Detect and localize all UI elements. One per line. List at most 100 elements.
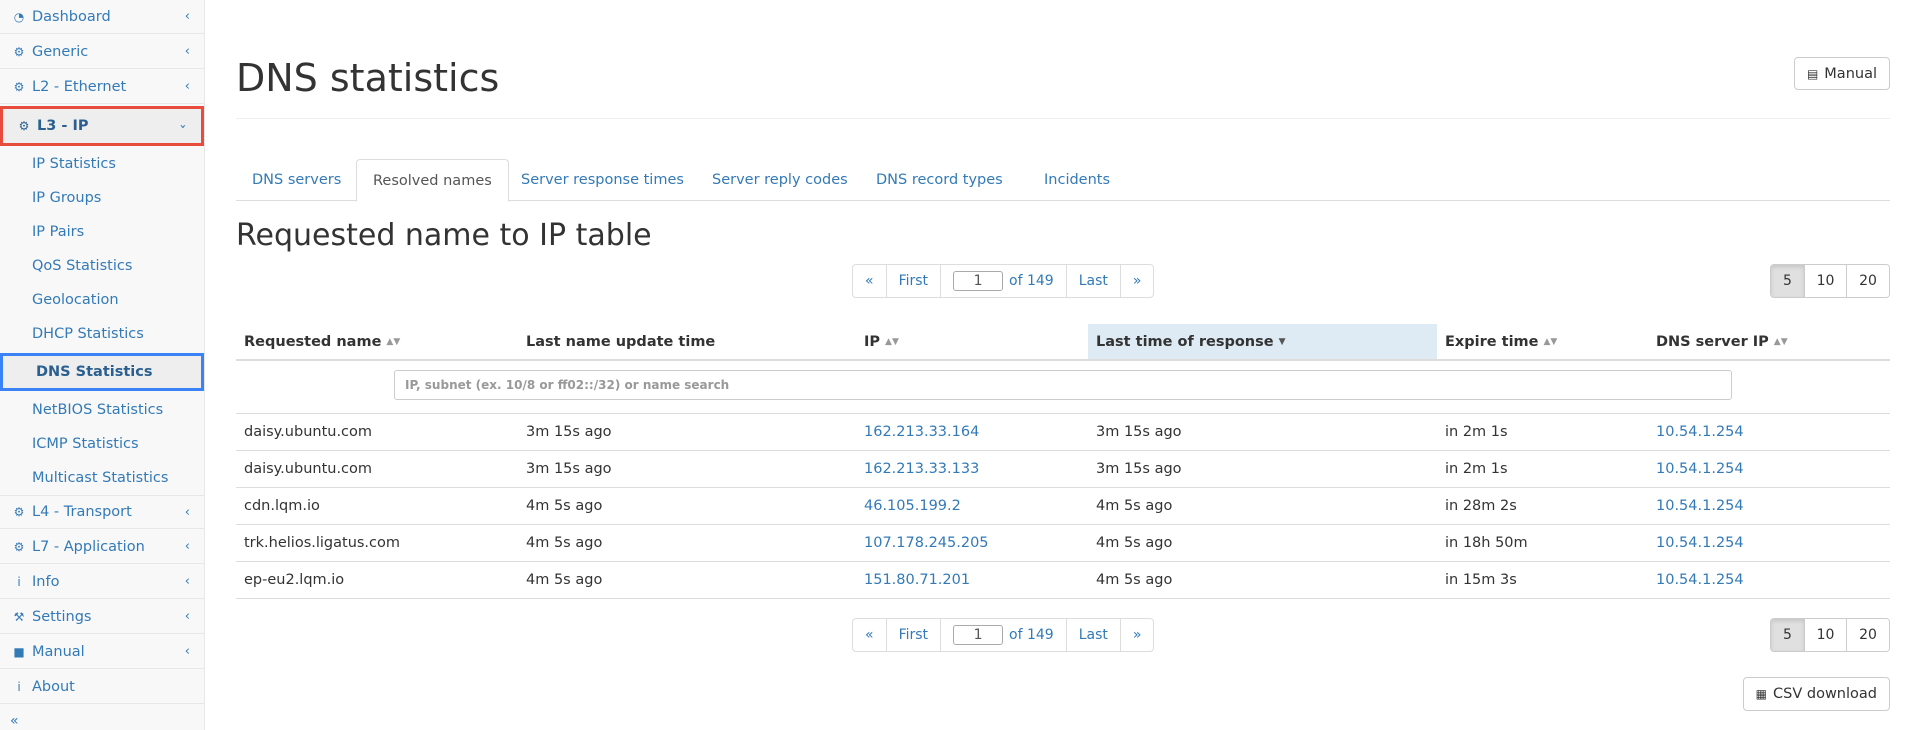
main-content: DNS statistics ▤ Manual DNS servers Reso… [236,0,1890,730]
sort-icon: ▲▼ [885,336,899,347]
wrench-icon: ⚒ [13,609,25,624]
column-header-last-name-update-time[interactable]: Last name update time [518,324,856,359]
cell-dns-server-ip[interactable]: 10.54.1.254 [1648,525,1744,561]
cell-dns-server-ip[interactable]: 10.54.1.254 [1648,414,1744,450]
cell-last-time-of-response: 4m 5s ago [1096,498,1173,514]
column-header-label: Expire time [1445,333,1539,350]
sidebar-subitem-geolocation[interactable]: Geolocation [0,283,204,317]
dashboard-icon: ◔ [13,9,25,24]
sidebar-item-l4-transport[interactable]: ⚙ L4 - Transport ‹ [0,495,204,529]
page-size-selector-top: 5 10 20 [1770,264,1890,298]
pagination-prev[interactable]: « [853,265,887,297]
sidebar-subitem-dhcp-statistics[interactable]: DHCP Statistics [0,317,204,351]
table-icon: ▦ [1755,687,1768,701]
book-icon: ■ [13,644,25,659]
page-size-20[interactable]: 20 [1847,619,1889,651]
sidebar-item-label: Info [32,573,60,590]
page-number-input[interactable] [953,271,1004,291]
column-header-label: Last time of response [1096,333,1274,350]
page-size-20[interactable]: 20 [1847,265,1889,297]
sidebar-item-l3-ip[interactable]: ⚙ L3 - IP ‹ [0,106,204,146]
cell-ip[interactable]: 46.105.199.2 [856,488,961,524]
cell-last-time-of-response: 4m 5s ago [1096,572,1173,588]
tab-server-response-times[interactable]: Server response times [505,159,700,201]
page-size-10[interactable]: 10 [1805,265,1847,297]
pagination-prev[interactable]: « [853,619,887,651]
pagination-first[interactable]: First [887,265,942,297]
pagination-top: « First of 149 Last » [852,264,1155,298]
sidebar-item-l2-ethernet[interactable]: ⚙ L2 - Ethernet ‹ [0,70,204,104]
sidebar-item-dashboard[interactable]: ◔ Dashboard ‹ [0,0,204,34]
page-size-5[interactable]: 5 [1771,265,1805,297]
column-header-dns-server-ip[interactable]: DNS server IP ▲▼ [1648,324,1890,359]
csv-download-button[interactable]: ▦ CSV download [1742,677,1890,711]
book-icon: ▤ [1806,66,1819,81]
sidebar-subitem-icmp-statistics[interactable]: ICMP Statistics [0,427,204,461]
tab-dns-record-types[interactable]: DNS record types [860,159,1019,201]
cell-last-name-update-time: 3m 15s ago [526,424,612,440]
sidebar-subitem-ip-pairs[interactable]: IP Pairs [0,215,204,249]
pagination-last[interactable]: Last [1067,265,1121,297]
sidebar-item-l7-application[interactable]: ⚙ L7 - Application ‹ [0,530,204,564]
cell-ip[interactable]: 151.80.71.201 [856,562,970,598]
sidebar-subitem-netbios-statistics[interactable]: NetBIOS Statistics [0,393,204,427]
cell-requested-name: daisy.ubuntu.com [244,461,373,477]
sidebar-item-manual[interactable]: ■ Manual ‹ [0,635,204,669]
tab-dns-servers[interactable]: DNS servers [236,159,357,201]
table-body: daisy.ubuntu.com 3m 15s ago 162.213.33.164… [236,414,1890,599]
cell-dns-server-ip[interactable]: 10.54.1.254 [1648,451,1744,487]
cell-ip[interactable]: 162.213.33.133 [856,451,979,487]
pagination-next[interactable]: » [1121,619,1154,651]
manual-button[interactable]: ▤ Manual [1793,57,1890,90]
sidebar-item-label: About [32,678,75,695]
cell-expire-time: in 2m 1s [1445,424,1508,440]
column-header-last-time-of-response[interactable]: Last time of response ▼ [1088,324,1437,359]
sidebar-subitem-multicast-statistics[interactable]: Multicast Statistics [0,461,204,495]
sidebar-item-generic[interactable]: ⚙ Generic ‹ [0,35,204,69]
cell-ip[interactable]: 107.178.245.205 [856,525,989,561]
gear-icon: ⚙ [18,119,30,133]
cell-dns-server-ip[interactable]: 10.54.1.254 [1648,562,1744,598]
sidebar: ◔ Dashboard ‹ ⚙ Generic ‹ ⚙ L2 - Etherne… [0,0,205,730]
sidebar-subitem-ip-statistics[interactable]: IP Statistics [0,147,204,181]
gear-icon: ⚙ [13,505,25,519]
sidebar-item-label: Dashboard [32,8,111,25]
table-row: daisy.ubuntu.com 3m 15s ago 162.213.33.164… [236,414,1890,451]
cell-last-name-update-time: 3m 15s ago [526,461,612,477]
sidebar-item-label: L7 - Application [32,538,145,555]
pagination-bottom: « First of 149 Last » [852,618,1155,652]
search-input[interactable] [394,370,1732,400]
sidebar-item-settings[interactable]: ⚒ Settings ‹ [0,600,204,634]
pagination-first[interactable]: First [887,619,942,651]
pagination-next[interactable]: » [1121,265,1154,297]
table-row: trk.helios.ligatus.com 4m 5s ago 107.178.2… [236,525,1890,562]
cell-last-name-update-time: 4m 5s ago [526,535,603,551]
chevron-left-icon: ‹ [184,539,190,554]
tab-incidents[interactable]: Incidents [1028,159,1126,201]
sidebar-item-info[interactable]: i Info ‹ [0,565,204,599]
column-header-expire-time[interactable]: Expire time ▲▼ [1437,324,1648,359]
page-size-5[interactable]: 5 [1771,619,1805,651]
sidebar-item-about[interactable]: i About [0,670,204,704]
cell-ip[interactable]: 162.213.33.164 [856,414,979,450]
cell-dns-server-ip[interactable]: 10.54.1.254 [1648,488,1744,524]
pagination-last[interactable]: Last [1067,619,1121,651]
page-number-input[interactable] [953,625,1004,645]
sidebar-subitem-ip-groups[interactable]: IP Groups [0,181,204,215]
cell-last-time-of-response: 4m 5s ago [1096,535,1173,551]
page-size-10[interactable]: 10 [1805,619,1847,651]
tab-resolved-names[interactable]: Resolved names [356,159,509,202]
sidebar-subitem-dns-statistics[interactable]: DNS Statistics [0,353,204,391]
column-header-ip[interactable]: IP ▲▼ [856,324,1088,359]
cell-last-name-update-time: 4m 5s ago [526,498,603,514]
column-header-requested-name[interactable]: Requested name ▲▼ [236,324,518,359]
collapse-sidebar-icon[interactable]: « [10,713,19,729]
sort-icon: ▲▼ [1543,336,1558,347]
chevron-left-icon: ‹ [184,574,190,589]
tab-server-reply-codes[interactable]: Server reply codes [696,159,864,201]
sidebar-item-label: L3 - IP [37,118,89,134]
cell-requested-name: ep-eu2.lqm.io [244,572,345,588]
sidebar-subitem-qos-statistics[interactable]: QoS Statistics [0,249,204,283]
page-count: of 149 [1009,273,1054,289]
chevron-left-icon: ‹ [184,505,190,520]
